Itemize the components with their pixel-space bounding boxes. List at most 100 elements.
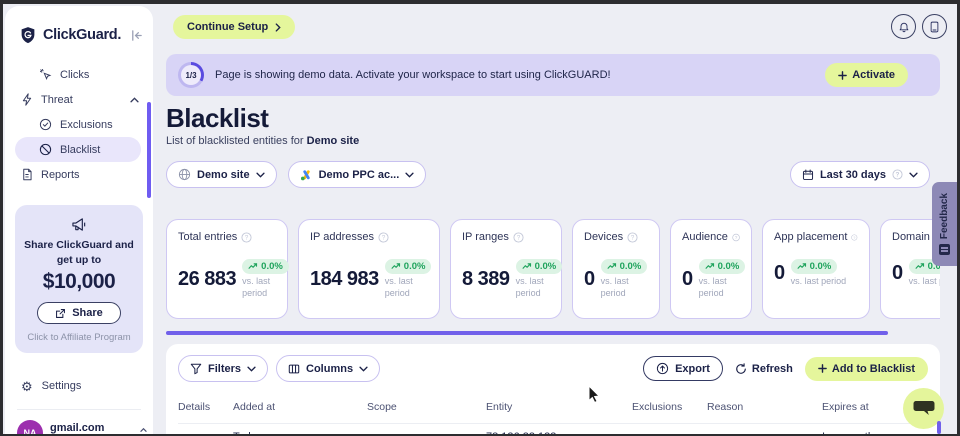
bell-icon [898,21,910,33]
ppc-account-selector[interactable]: Demo PPC ac... [288,161,427,188]
svg-text:?: ? [896,172,900,179]
site-selector[interactable]: Demo site [166,161,277,188]
row-details-cell [178,431,233,434]
affiliate-promo-card[interactable]: Share ClickGuard and get up to $10,000 S… [15,205,143,353]
stat-card-total-entries: Total entries? 26 883 0.0% vs. last peri… [166,219,288,319]
columns-button-label: Columns [306,363,353,375]
stat-vs-label: vs. last period [385,276,432,299]
lightning-icon [21,93,33,106]
main-content: Continue Setup 1/3 Page is showing demo … [161,4,957,434]
block-icon [39,143,52,156]
stat-value: 26 883 [178,268,236,291]
stat-label: Devices [584,231,623,243]
share-button[interactable]: Share [37,302,121,324]
collapse-sidebar-icon[interactable] [130,29,143,42]
notifications-button[interactable] [891,14,916,39]
plus-icon [818,364,827,373]
feedback-tab-label: Feedback [939,193,950,239]
sidebar-item-settings[interactable]: ⚙ Settings [5,375,153,397]
column-header-details[interactable]: Details [178,401,233,413]
row-expires-at-cell: In a month [822,431,928,434]
column-header-scope[interactable]: Scope [367,401,486,413]
table-toolbar: Filters Columns [178,355,928,382]
horizontal-scrollbar[interactable] [166,331,888,335]
sidebar-item-label: Exclusions [60,119,113,131]
feedback-tab[interactable]: Feedback [932,182,957,266]
stat-change: 0.0% [261,261,283,272]
app-window: ClickGuard. Clicks Threat [3,4,957,434]
stat-value: 0 [584,268,595,291]
svg-text:?: ? [735,235,738,241]
stat-value: 184 983 [310,268,379,291]
row-added-at-cell: Today [233,431,367,434]
sidebar-item-reports[interactable]: Reports [5,162,153,187]
svg-text:?: ? [245,234,249,241]
column-header-reason[interactable]: Reason [707,401,822,413]
sidebar-item-exclusions[interactable]: Exclusions [5,112,153,137]
row-reason-cell [707,431,822,434]
column-header-exclusions[interactable]: Exclusions [632,401,707,413]
page-title: Blacklist [166,103,268,134]
trend-up-icon [391,263,401,270]
sidebar: ClickGuard. Clicks Threat [5,6,153,434]
clickguard-logo-icon [19,26,37,44]
sidebar-item-blacklist[interactable]: Blacklist [15,137,141,162]
stat-vs-label: vs. last period [242,276,289,299]
continue-setup-button[interactable]: Continue Setup [173,15,295,39]
info-icon: ? [851,232,858,243]
chevron-up-icon [130,97,139,103]
chevron-down-icon [256,172,265,178]
vertical-scrollbar[interactable] [937,421,941,434]
svg-text:?: ? [517,234,521,241]
banner-message: Page is showing demo data. Activate your… [215,69,814,81]
user-menu[interactable]: NA gmail.com naatali.ro@gmail.com [5,410,153,434]
columns-icon [288,363,300,375]
stat-vs-label: vs. last period [516,276,563,299]
refresh-button[interactable]: Refresh [735,363,793,375]
filters-button[interactable]: Filters [178,355,268,382]
affiliate-link[interactable]: Click to Affiliate Program [23,332,135,343]
table-row[interactable]: Today 78.136.33.133 In a month [178,423,928,434]
columns-button[interactable]: Columns [276,355,380,382]
share-button-label: Share [72,307,103,319]
stat-change: 0.0% [718,261,740,272]
settings-label: Settings [42,380,82,392]
ppc-account-value: Demo PPC ac... [319,169,400,181]
guide-button[interactable] [922,14,947,39]
column-header-added-at[interactable]: Added at [233,401,367,413]
chevron-down-icon [247,366,256,372]
avatar: NA [17,420,43,434]
stat-vs-label: vs. last period [791,276,847,288]
page-subtitle: List of blacklisted entities for Demo si… [166,135,359,147]
stat-vs-label: vs. last period [601,276,648,299]
stat-card-audience: Audience? 0 0.0% vs. last period [670,219,752,319]
table-header-row: Details Added at Scope Entity Exclusions… [178,401,928,413]
brand-header: ClickGuard. [5,6,153,60]
column-header-entity[interactable]: Entity [486,401,632,413]
funnel-icon [190,363,202,375]
speech-bubble-icon [913,400,935,417]
activate-button[interactable]: Activate [825,63,908,87]
date-range-selector[interactable]: Last 30 days ? [790,161,930,188]
trend-up-icon [522,263,532,270]
add-to-blacklist-button[interactable]: Add to Blacklist [805,357,928,381]
scope-selectors: Demo site Demo PPC ac... [166,161,426,188]
stat-change: 0.0% [810,261,832,272]
refresh-button-label: Refresh [752,363,793,375]
brand-name: ClickGuard. [43,27,124,43]
user-name: gmail.com [50,422,132,434]
stat-vs-label: vs. last period [699,276,746,299]
sidebar-item-threat[interactable]: Threat [5,87,153,112]
export-button[interactable]: Export [643,356,723,381]
onboarding-progress-ring: 1/3 [178,62,204,88]
info-icon: ? [892,169,903,180]
stat-card-domain-placement: Domain placement? 0 0.0% vs. last period [880,219,940,319]
sidebar-item-label: Reports [41,169,80,181]
chevron-right-icon [275,23,281,32]
info-icon: ? [241,232,252,243]
export-button-label: Export [675,363,710,375]
sidebar-scrollbar[interactable] [147,102,151,198]
stat-card-ip-addresses: IP addresses? 184 983 0.0% vs. last peri… [298,219,440,319]
sidebar-item-clicks[interactable]: Clicks [5,62,153,87]
onboarding-progress-value: 1/3 [181,65,201,85]
